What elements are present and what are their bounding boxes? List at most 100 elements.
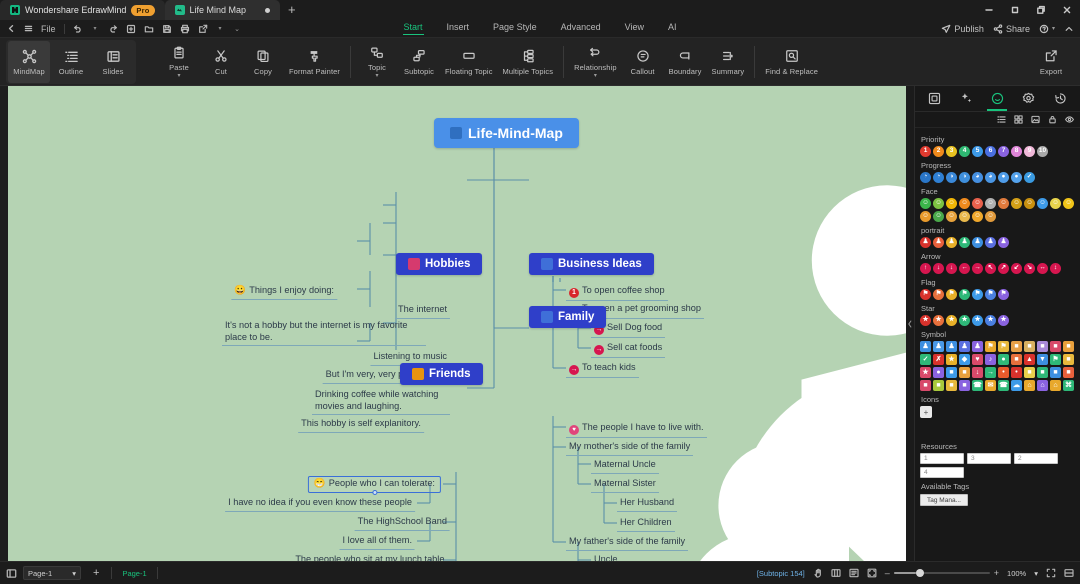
sticker-symbol-34[interactable]: ■ [1037, 367, 1048, 378]
sticker-symbol-41[interactable]: ☎ [972, 380, 983, 391]
tag-manager-button[interactable]: Tag Mana... [920, 494, 968, 506]
find-replace-button[interactable]: Find & Replace [760, 41, 823, 83]
sticker-priority-8[interactable]: 8 [1011, 146, 1022, 157]
sticker-symbol-9[interactable]: ■ [1024, 341, 1035, 352]
sticker-face-4[interactable]: ☺ [959, 198, 970, 209]
relationship-button[interactable]: Relationship ▾ [569, 41, 621, 83]
sticker-symbol-37[interactable]: ■ [920, 380, 931, 391]
sticker-symbol-13[interactable]: ✓ [920, 354, 931, 365]
subtopic-button[interactable]: Subtopic [398, 41, 440, 83]
sticker-symbol-39[interactable]: ■ [946, 380, 957, 391]
topic-button[interactable]: Topic ▾ [356, 41, 398, 83]
split-view-icon[interactable] [1064, 568, 1074, 578]
sticker-face-3[interactable]: ☺ [946, 198, 957, 209]
menu-tab-start[interactable]: Start [402, 22, 424, 35]
sticker-symbol-46[interactable]: ⌂ [1037, 380, 1048, 391]
sticker-star-6[interactable]: ★ [985, 315, 996, 326]
sticker-priority-2[interactable]: 2 [933, 146, 944, 157]
sticker-symbol-38[interactable]: ■ [933, 380, 944, 391]
sticker-arrow-5[interactable]: → [972, 263, 983, 274]
sticker-symbol-2[interactable]: ♟ [933, 341, 944, 352]
sticker-progress-9[interactable]: ✓ [1024, 172, 1035, 183]
sticker-portrait-1[interactable]: ♟ [920, 237, 931, 248]
sticker-flag-4[interactable]: ⚑ [959, 289, 970, 300]
list-icon[interactable] [997, 115, 1006, 124]
resource-field-2[interactable]: 3 [967, 453, 1011, 464]
friends-item-2[interactable]: I have no idea if you even know these pe… [225, 496, 415, 512]
sticker-arrow-8[interactable]: ↙ [1011, 263, 1022, 274]
redo-icon[interactable] [105, 21, 121, 37]
hobbies-item-1[interactable]: 😀 Things I enjoy doing: [231, 284, 337, 300]
zoom-slider[interactable]: – + [885, 568, 999, 578]
friends-item-1-selected[interactable]: 😁 People who I can tolerate: [307, 476, 441, 495]
sticker-symbol-11[interactable]: ■ [1050, 341, 1061, 352]
hobbies-item-2[interactable]: The internet [394, 303, 450, 319]
sticker-symbol-18[interactable]: ♪ [985, 354, 996, 365]
sticker-portrait-6[interactable]: ♟ [985, 237, 996, 248]
sticker-flag-5[interactable]: ⚑ [972, 289, 983, 300]
friends-item-5[interactable]: The people who sit at my lunch table. [292, 553, 450, 561]
sticker-portrait-5[interactable]: ♟ [972, 237, 983, 248]
format-painter-button[interactable]: Format Painter [284, 41, 345, 83]
sticker-face-15[interactable]: ☺ [946, 211, 957, 222]
sticker-symbol-20[interactable]: ■ [1011, 354, 1022, 365]
sticker-priority-6[interactable]: 6 [985, 146, 996, 157]
print-icon[interactable] [177, 21, 193, 37]
sticker-symbol-1[interactable]: ♟ [920, 341, 931, 352]
sticker-symbol-19[interactable]: ● [998, 354, 1009, 365]
sticker-star-2[interactable]: ★ [933, 315, 944, 326]
zoom-knob[interactable] [915, 569, 924, 577]
sticker-face-17[interactable]: ☺ [972, 211, 983, 222]
image-icon[interactable] [1031, 115, 1040, 124]
add-icon-button[interactable]: + [920, 406, 932, 418]
sticker-symbol-10[interactable]: ■ [1037, 341, 1048, 352]
paste-caret-icon[interactable]: ▾ [177, 73, 180, 79]
relationship-caret-icon[interactable]: ▾ [594, 73, 597, 79]
callout-button[interactable]: Callout [622, 41, 664, 83]
sticker-symbol-48[interactable]: ⌘ [1063, 380, 1074, 391]
mindmap-canvas[interactable]: Life-Mind-Map Hobbies 😀 Things I enjoy do… [0, 86, 906, 561]
page-select-dropdown[interactable]: Page-1 ▾ [23, 566, 81, 580]
sticker-flag-6[interactable]: ⚑ [985, 289, 996, 300]
sticker-portrait-4[interactable]: ♟ [959, 237, 970, 248]
undo-icon[interactable] [70, 21, 86, 37]
sticker-face-5[interactable]: ☺ [972, 198, 983, 209]
zoom-level-value[interactable]: 100% [1007, 569, 1026, 578]
collapse-ribbon-button[interactable] [1064, 24, 1074, 34]
new-tab-button[interactable]: + [280, 0, 304, 20]
open-icon[interactable] [141, 21, 157, 37]
paste-button[interactable]: Paste ▾ [158, 41, 200, 83]
sticker-face-16[interactable]: ☺ [959, 211, 970, 222]
menu-tab-ai[interactable]: AI [667, 22, 678, 35]
menu-tab-page-style[interactable]: Page Style [492, 22, 538, 35]
sticker-symbol-4[interactable]: ♟ [959, 341, 970, 352]
sticker-flag-7[interactable]: ⚑ [998, 289, 1009, 300]
main-topic-business-ideas[interactable]: Business Ideas [529, 253, 906, 504]
summary-button[interactable]: Summary [707, 41, 750, 83]
selection-handle[interactable] [371, 489, 377, 495]
sticker-portrait-7[interactable]: ♟ [998, 237, 1009, 248]
sticker-star-5[interactable]: ★ [972, 315, 983, 326]
hobbies-item-3[interactable]: It's not a hobby but the internet is my … [222, 319, 426, 346]
sticker-arrow-2[interactable]: ↓ [933, 263, 944, 274]
sticker-symbol-15[interactable]: ★ [946, 354, 957, 365]
page-view-icon[interactable] [6, 568, 17, 579]
sticker-face-14[interactable]: ☺ [933, 211, 944, 222]
root-topic[interactable]: Life-Mind-Map [434, 118, 906, 522]
sticker-face-9[interactable]: ☺ [1024, 198, 1035, 209]
sticker-symbol-22[interactable]: ▼ [1037, 354, 1048, 365]
share-button[interactable]: Share [993, 24, 1030, 34]
columns-icon[interactable] [831, 568, 841, 578]
sticker-symbol-7[interactable]: ⚑ [998, 341, 1009, 352]
menu-tab-advanced[interactable]: Advanced [560, 22, 602, 35]
outline-view-icon[interactable] [849, 568, 859, 578]
undo-caret-icon[interactable]: ▾ [88, 21, 103, 37]
sticker-symbol-24[interactable]: ■ [1063, 354, 1074, 365]
sticker-symbol-40[interactable]: ■ [959, 380, 970, 391]
floating-topic-button[interactable]: Floating Topic [440, 41, 498, 83]
resource-field-3[interactable]: 2 [1014, 453, 1058, 464]
business-item-1[interactable]: 1 To open coffee shop [566, 284, 668, 301]
sticker-symbol-42[interactable]: ✉ [985, 380, 996, 391]
sticker-arrow-7[interactable]: ↗ [998, 263, 1009, 274]
main-topic-family[interactable]: Family [529, 306, 906, 561]
